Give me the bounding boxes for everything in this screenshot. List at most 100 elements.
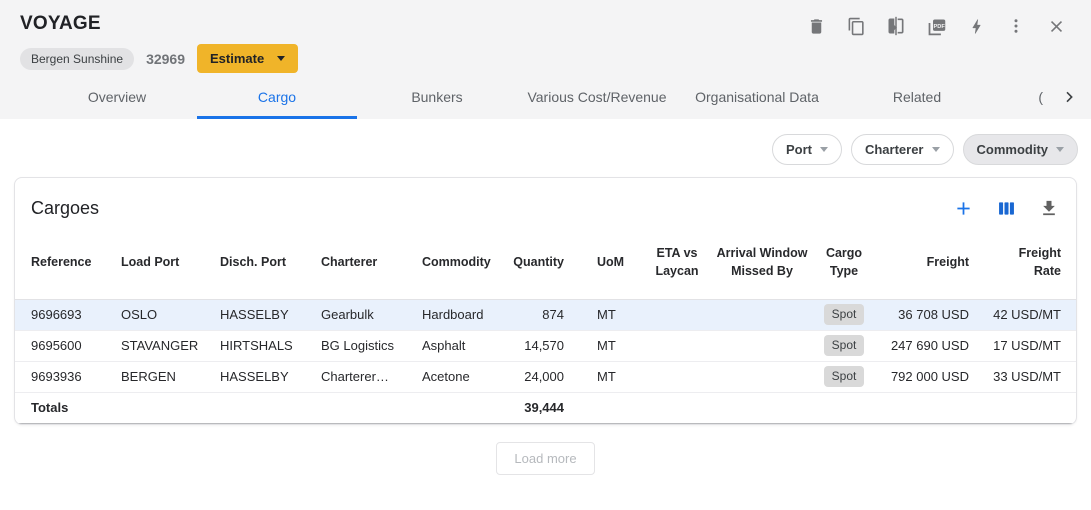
- estimate-button[interactable]: Estimate: [197, 44, 298, 73]
- cell-uom: MT: [581, 299, 645, 330]
- pdf-icon: PDF: [926, 16, 947, 37]
- cell-freight: 792 000 USD: [873, 361, 973, 392]
- add-cargo-button[interactable]: [952, 197, 974, 219]
- cell-charterer: Gearbulk: [321, 299, 422, 330]
- voyage-header: VOYAGE PDF Bergen Su: [0, 0, 1091, 119]
- cargoes-title: Cargoes: [31, 198, 99, 219]
- tab-bunkers[interactable]: Bunkers: [357, 75, 517, 119]
- close-icon: [1047, 17, 1066, 36]
- cell-quantity: 874: [509, 299, 581, 330]
- filter-bar: Port Charterer Commodity: [0, 119, 1091, 174]
- tab-partial-clipped[interactable]: (: [1038, 89, 1043, 105]
- col-header-uom[interactable]: UoM: [581, 225, 645, 299]
- cell-freight-rate: 17 USD/MT: [973, 330, 1077, 361]
- cell-freight: 247 690 USD: [873, 330, 973, 361]
- col-header-freight-rate[interactable]: Freight Rate: [973, 225, 1077, 299]
- totals-quantity: 39,444: [509, 392, 581, 423]
- cell-reference: 9693936: [15, 361, 121, 392]
- table-row[interactable]: 9693936 BERGEN HASSELBY Charterer… Aceto…: [15, 361, 1077, 392]
- col-header-commodity[interactable]: Commodity: [422, 225, 509, 299]
- export-pdf-button[interactable]: PDF: [925, 15, 947, 37]
- filter-port-label: Port: [786, 142, 812, 157]
- columns-icon: [996, 198, 1017, 219]
- header-toolbar: PDF: [805, 15, 1067, 37]
- col-header-cargo-type[interactable]: Cargo Type: [815, 225, 873, 299]
- cell-commodity: Asphalt: [422, 330, 509, 361]
- table-row[interactable]: 9695600 STAVANGER HIRTSHALS BG Logistics…: [15, 330, 1077, 361]
- cargo-type-badge: Spot: [824, 366, 865, 386]
- chevron-right-icon: [1061, 89, 1077, 105]
- table-row[interactable]: 9696693 OSLO HASSELBY Gearbulk Hardboard…: [15, 299, 1077, 330]
- cell-eta-vs-laycan: [645, 330, 709, 361]
- cell-eta-vs-laycan: [645, 361, 709, 392]
- filter-charterer[interactable]: Charterer: [851, 134, 954, 165]
- copy-button[interactable]: [845, 15, 867, 37]
- cell-cargo-type: Spot: [815, 299, 873, 330]
- cell-quantity: 24,000: [509, 361, 581, 392]
- cell-cargo-type: Spot: [815, 330, 873, 361]
- page-title: VOYAGE: [20, 13, 101, 35]
- tab-organisational-data[interactable]: Organisational Data: [677, 75, 837, 119]
- quick-actions-button[interactable]: [965, 15, 987, 37]
- vessel-chip: Bergen Sunshine: [20, 48, 134, 70]
- tab-cargo[interactable]: Cargo: [197, 75, 357, 119]
- cell-freight: 36 708 USD: [873, 299, 973, 330]
- download-button[interactable]: [1038, 197, 1060, 219]
- tab-overview[interactable]: Overview: [37, 75, 197, 119]
- compare-button[interactable]: [885, 15, 907, 37]
- delete-button[interactable]: [805, 15, 827, 37]
- col-header-load-port[interactable]: Load Port: [121, 225, 220, 299]
- col-header-freight[interactable]: Freight: [873, 225, 973, 299]
- copy-icon: [847, 17, 866, 36]
- plus-icon: [953, 198, 974, 219]
- filter-charterer-label: Charterer: [865, 142, 924, 157]
- cell-arrival-window: [709, 330, 815, 361]
- col-header-quantity[interactable]: Quantity: [509, 225, 581, 299]
- cell-cargo-type: Spot: [815, 361, 873, 392]
- close-button[interactable]: [1045, 15, 1067, 37]
- svg-text:PDF: PDF: [933, 23, 945, 29]
- cell-commodity: Hardboard: [422, 299, 509, 330]
- cell-uom: MT: [581, 330, 645, 361]
- totals-label: Totals: [15, 392, 121, 423]
- cell-freight-rate: 33 USD/MT: [973, 361, 1077, 392]
- filter-commodity[interactable]: Commodity: [963, 134, 1079, 165]
- cell-disch-port: HASSELBY: [220, 299, 321, 330]
- column-settings-button[interactable]: [995, 197, 1017, 219]
- cell-quantity: 14,570: [509, 330, 581, 361]
- more-options-button[interactable]: [1005, 15, 1027, 37]
- load-more-button[interactable]: Load more: [496, 442, 594, 475]
- col-header-eta-vs-laycan[interactable]: ETA vs Laycan: [645, 225, 709, 299]
- cell-arrival-window: [709, 299, 815, 330]
- cargoes-table: Reference Load Port Disch. Port Chartere…: [15, 225, 1077, 424]
- totals-row: Totals 39,444: [15, 392, 1077, 423]
- cargo-type-badge: Spot: [824, 304, 865, 324]
- cell-commodity: Acetone: [422, 361, 509, 392]
- cell-disch-port: HIRTSHALS: [220, 330, 321, 361]
- tab-various-cost-revenue[interactable]: Various Cost/Revenue: [517, 75, 677, 119]
- filter-port[interactable]: Port: [772, 134, 842, 165]
- voyage-number: 32969: [146, 51, 185, 67]
- kebab-menu-icon: [1007, 17, 1025, 35]
- col-header-charterer[interactable]: Charterer: [321, 225, 422, 299]
- cell-freight-rate: 42 USD/MT: [973, 299, 1077, 330]
- col-header-disch-port[interactable]: Disch. Port: [220, 225, 321, 299]
- table-header-row: Reference Load Port Disch. Port Chartere…: [15, 225, 1077, 299]
- tab-scroll-right-button[interactable]: [1057, 85, 1081, 109]
- chevron-down-icon: [1056, 147, 1064, 152]
- cell-eta-vs-laycan: [645, 299, 709, 330]
- cell-load-port: OSLO: [121, 299, 220, 330]
- tab-related[interactable]: Related: [837, 75, 997, 119]
- cell-load-port: BERGEN: [121, 361, 220, 392]
- cell-charterer: BG Logistics: [321, 330, 422, 361]
- chevron-down-icon: [932, 147, 940, 152]
- cell-arrival-window: [709, 361, 815, 392]
- cargoes-card: Cargoes Reference Load Port Disch. Port: [14, 177, 1077, 425]
- cell-reference: 9696693: [15, 299, 121, 330]
- filter-commodity-label: Commodity: [977, 142, 1049, 157]
- col-header-arrival-window[interactable]: Arrival Window Missed By: [709, 225, 815, 299]
- cargo-type-badge: Spot: [824, 335, 865, 355]
- col-header-reference[interactable]: Reference: [15, 225, 121, 299]
- chevron-down-icon: [277, 56, 285, 61]
- cell-disch-port: HASSELBY: [220, 361, 321, 392]
